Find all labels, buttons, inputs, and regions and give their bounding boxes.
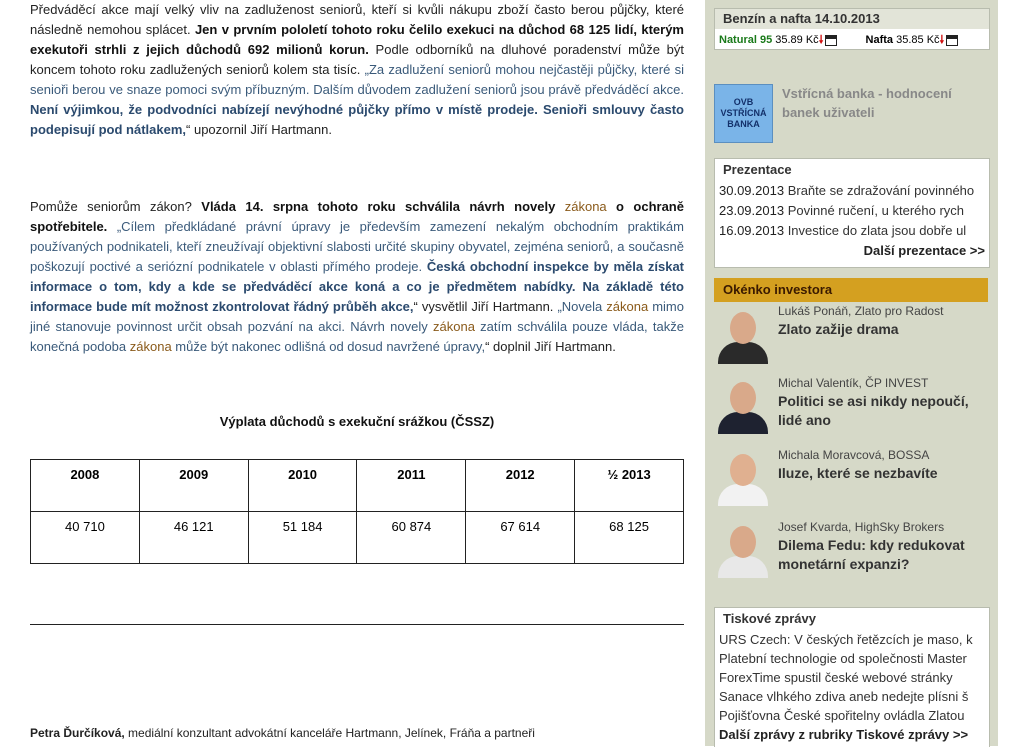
list-item[interactable]: URS Czech: V českých řetězcích je maso, … bbox=[715, 630, 989, 649]
investor-headline[interactable]: Politici se asi nikdy nepoučí, lidé ano bbox=[778, 392, 983, 430]
natural-label: Natural 95 bbox=[719, 34, 773, 46]
zakon-link[interactable]: zákona bbox=[606, 299, 648, 314]
list-item[interactable]: Platební technologie od společnosti Mast… bbox=[715, 649, 989, 668]
p2-attribution-2: “ doplnil Jiří Hartmann. bbox=[485, 339, 616, 354]
investor-name: Michala Moravcová, BOSSA bbox=[778, 448, 930, 462]
ovb-logo-line: BANKA bbox=[727, 119, 760, 129]
table-header-cell: 2012 bbox=[465, 459, 576, 512]
prez-date: 16.09.2013 bbox=[719, 223, 785, 238]
p2-bold-1: Vláda 14. srpna tohoto roku schválila ná… bbox=[191, 199, 565, 214]
avatar bbox=[714, 520, 772, 578]
investor-headline[interactable]: Zlato zažije drama bbox=[778, 320, 983, 339]
page-margin bbox=[998, 0, 1024, 746]
investor-name: Lukáš Ponáň, Zlato pro Radost bbox=[778, 304, 944, 318]
avatar bbox=[714, 448, 772, 506]
tiskove-title: Tiskové zprávy bbox=[715, 608, 989, 630]
p2-attribution: “ vysvětlil Jiří Hartmann. bbox=[413, 299, 554, 314]
table-cell: 68 125 bbox=[574, 511, 684, 564]
tiskove-box: Tiskové zprávy URS Czech: V českých řetě… bbox=[714, 607, 990, 747]
chart-icon[interactable] bbox=[825, 34, 838, 46]
investor-name: Josef Kvarda, HighSky Brokers bbox=[778, 520, 945, 534]
investor-list: Lukáš Ponáň, Zlato pro Radost Zlato zaži… bbox=[714, 302, 988, 596]
p1-attribution: “ upozornil Jiří Hartmann. bbox=[186, 122, 332, 137]
avatar bbox=[714, 306, 772, 364]
author-role: mediální konzultant advokátní kanceláře … bbox=[124, 726, 535, 740]
article-paragraph-1: Předváděcí akce mají velký vliv na zadlu… bbox=[30, 0, 684, 140]
table-header-cell: 2009 bbox=[138, 459, 249, 512]
chart-icon[interactable] bbox=[946, 34, 959, 46]
author-line: Petra Ďurčíková, mediální konzultant adv… bbox=[30, 726, 535, 740]
prez-date: 23.09.2013 bbox=[719, 203, 785, 218]
bank-link[interactable]: Vstřícná banka - hodnocení banek uživate… bbox=[782, 84, 982, 122]
table-header-cell: 2010 bbox=[247, 459, 358, 512]
list-item[interactable]: Josef Kvarda, HighSky Brokers Dilema Fed… bbox=[714, 520, 988, 586]
p2-quote-2d: může být nakonec odlišná od dosud navrže… bbox=[171, 339, 486, 354]
list-item[interactable]: 16.09.2013 Investice do zlata jsou dobře… bbox=[715, 221, 989, 241]
prez-text: Investice do zlata jsou dobře ul bbox=[784, 223, 967, 238]
natural-price: 35.89 Kč bbox=[775, 34, 819, 46]
list-item[interactable]: ForexTime spustil české webové stránky bbox=[715, 668, 989, 687]
list-item[interactable]: Sanace vlhkého zdiva aneb nedejte plísni… bbox=[715, 687, 989, 706]
table-header-cell: 2008 bbox=[30, 459, 140, 512]
arrow-down-icon: 🠗 bbox=[818, 34, 824, 46]
table-cell: 60 874 bbox=[356, 511, 467, 564]
list-item[interactable]: 30.09.2013 Braňte se zdražování povinnéh… bbox=[715, 181, 989, 201]
list-item[interactable]: Michala Moravcová, BOSSA Iluze, které se… bbox=[714, 448, 988, 514]
prezentace-box: Prezentace 30.09.2013 Braňte se zdražová… bbox=[714, 158, 990, 268]
ovb-logo-line: OVB bbox=[733, 97, 754, 107]
prez-date: 30.09.2013 bbox=[719, 183, 785, 198]
list-item[interactable]: 23.09.2013 Povinné ručení, u kterého ryc… bbox=[715, 201, 989, 221]
table-cell: 51 184 bbox=[247, 511, 358, 564]
divider bbox=[30, 624, 684, 625]
table-header-cell: 2011 bbox=[356, 459, 467, 512]
ovb-logo[interactable]: OVB VSTŘÍCNÁ BANKA bbox=[714, 84, 773, 143]
investor-headline[interactable]: Dilema Fedu: kdy redukovat monetární exp… bbox=[778, 536, 983, 574]
okenko-title: Okénko investora bbox=[714, 278, 988, 302]
avatar bbox=[714, 376, 772, 434]
table-title: Výplata důchodů s exekuční srážkou (ČSSZ… bbox=[219, 414, 495, 429]
prezentace-title: Prezentace bbox=[715, 159, 989, 181]
author-name: Petra Ďurčíková, bbox=[30, 726, 125, 740]
p1-quote-bold: Není výjimkou, že podvodníci nabízejí ne… bbox=[30, 102, 684, 137]
zakon-link[interactable]: zákona bbox=[565, 199, 607, 214]
table-header-row: 2008 2009 2010 2011 2012 ½ 2013 bbox=[30, 459, 684, 512]
article-column: Předváděcí akce mají velký vliv na zadlu… bbox=[0, 0, 705, 746]
prez-text: Braňte se zdražování povinného bbox=[784, 183, 975, 198]
table-cell: 46 121 bbox=[138, 511, 249, 564]
p2-question: Pomůže seniorům zákon? bbox=[30, 199, 192, 214]
list-item[interactable]: Pojišťovna České spořitelny ovládla Zlat… bbox=[715, 706, 989, 725]
article-paragraph-2: Pomůže seniorům zákon? Vláda 14. srpna t… bbox=[30, 197, 684, 357]
table-header-cell: ½ 2013 bbox=[574, 459, 684, 512]
list-item[interactable]: Lukáš Ponáň, Zlato pro Radost Zlato zaži… bbox=[714, 304, 988, 370]
pension-table: 2008 2009 2010 2011 2012 ½ 2013 40 710 4… bbox=[30, 459, 684, 564]
ovb-logo-line: VSTŘÍCNÁ bbox=[720, 108, 767, 118]
nafta-label: Nafta bbox=[865, 34, 894, 46]
zakon-link[interactable]: zákona bbox=[433, 319, 475, 334]
fuel-box: Benzín a nafta 14.10.2013 Natural 95 35.… bbox=[714, 8, 990, 50]
more-prezentace-link[interactable]: Další prezentace >> bbox=[715, 241, 989, 261]
fuel-prices: Natural 95 35.89 Kč🠗 Nafta 35.85 Kč🠗 bbox=[715, 29, 989, 52]
p2-quote-2a: „Novela bbox=[553, 299, 607, 314]
list-item[interactable]: Michal Valentík, ČP INVEST Politici se a… bbox=[714, 376, 988, 442]
arrow-down-icon: 🠗 bbox=[939, 34, 945, 46]
table-cell: 67 614 bbox=[465, 511, 576, 564]
investor-name: Michal Valentík, ČP INVEST bbox=[778, 376, 929, 390]
fuel-title: Benzín a nafta 14.10.2013 bbox=[715, 9, 989, 29]
more-tiskove-link[interactable]: Další zprávy z rubriky Tiskové zprávy >> bbox=[715, 725, 989, 744]
table-cell: 40 710 bbox=[30, 511, 140, 564]
zakon-link[interactable]: zákona bbox=[130, 339, 172, 354]
nafta-price: 35.85 Kč bbox=[896, 34, 940, 46]
table-row: 40 710 46 121 51 184 60 874 67 614 68 12… bbox=[30, 511, 684, 564]
investor-headline[interactable]: Iluze, které se nezbavíte bbox=[778, 464, 983, 483]
prez-text: Povinné ručení, u kterého rych bbox=[784, 203, 965, 218]
